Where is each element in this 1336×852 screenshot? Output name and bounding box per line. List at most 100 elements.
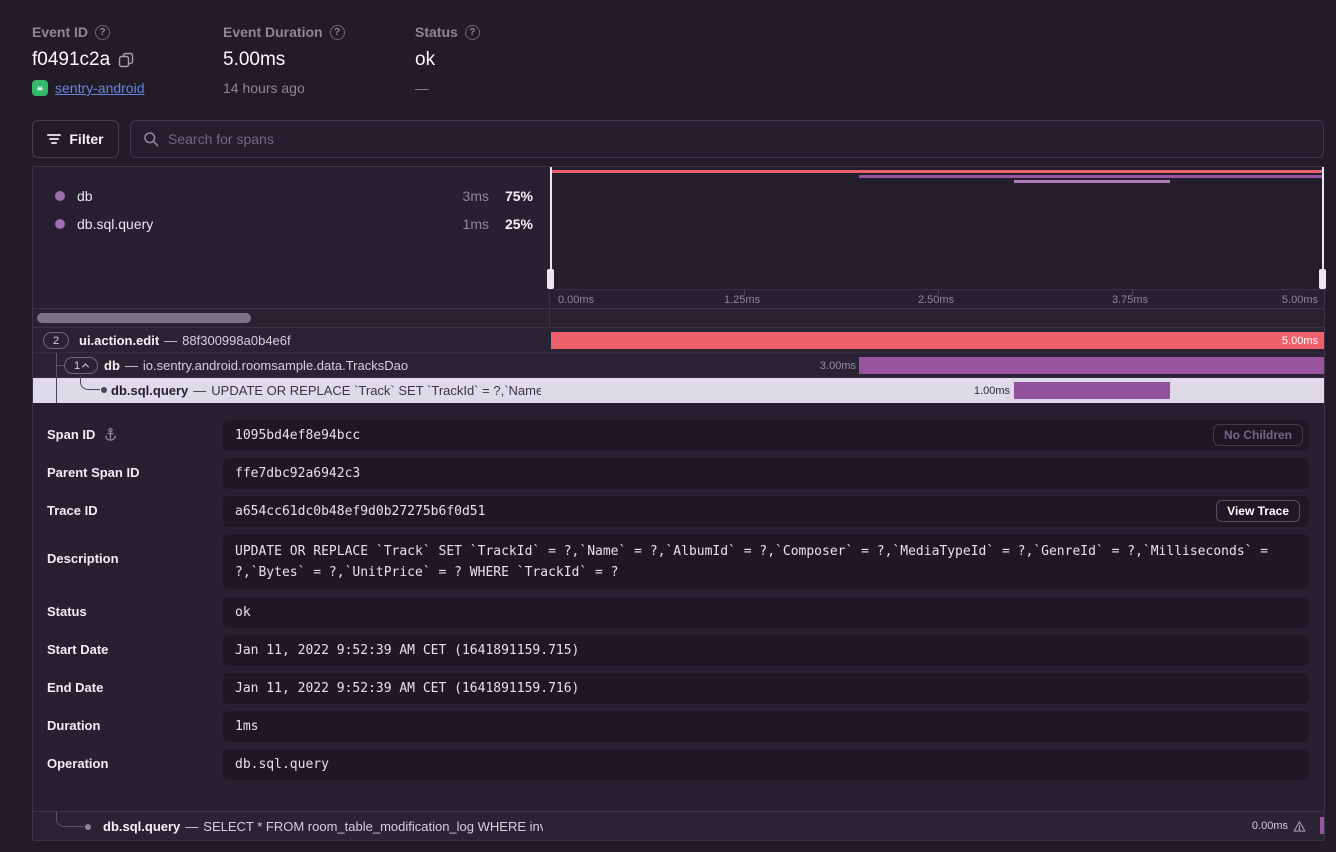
span-collapse-badge[interactable]: 1 — [64, 357, 98, 374]
span-duration: 3.00ms — [820, 353, 856, 378]
parent-span-id-label: Parent Span ID — [47, 465, 139, 480]
ops-breakdown-item: db.sql.query 1ms 25% — [55, 213, 533, 235]
span-op: db — [104, 358, 120, 373]
span-search — [130, 120, 1324, 158]
operation-field-value: db.sql.query — [223, 749, 1309, 780]
span-op: db.sql.query — [111, 383, 188, 398]
children-count: 1 — [74, 360, 80, 372]
span-duration: 5.00ms — [1282, 335, 1318, 347]
status-field-label: Status — [47, 604, 87, 619]
help-icon[interactable]: ? — [330, 25, 345, 40]
op-name: db — [77, 188, 93, 204]
op-percent: 75% — [489, 188, 533, 204]
event-duration-label: Event Duration — [223, 24, 323, 40]
axis-tick: 3.75ms — [1112, 294, 1148, 306]
axis-tick-mark — [1132, 290, 1133, 295]
help-icon[interactable]: ? — [465, 25, 480, 40]
minimap-span-db-sql-query — [1014, 180, 1170, 183]
event-id-value: f0491c2a — [32, 49, 110, 71]
minimap-left-handle[interactable] — [547, 269, 554, 289]
axis-tick: 2.50ms — [918, 294, 954, 306]
span-row-db-sql-query-select[interactable]: db.sql.query — SELECT * FROM room_table_… — [33, 812, 1324, 840]
op-percent: 25% — [489, 216, 533, 232]
help-icon[interactable]: ? — [95, 25, 110, 40]
parent-span-id-value: ffe7dbc92a6942c3 — [223, 458, 1309, 489]
span-description: SELECT * FROM room_table_modification_lo… — [203, 819, 543, 834]
event-id-column: Event ID ? f0491c2a sentry-android — [32, 24, 145, 96]
scroll-strip — [33, 308, 1324, 328]
span-bar — [1014, 382, 1170, 399]
tree-dot — [85, 824, 91, 830]
span-bar — [859, 357, 1324, 374]
trace-panel: db 3ms 75% db.sql.query 1ms 25% 0.00ms 1… — [32, 166, 1325, 841]
view-trace-button[interactable]: View Trace — [1216, 500, 1300, 522]
span-duration: 1.00ms — [974, 378, 1010, 403]
status-column: Status ? ok — — [415, 24, 480, 96]
op-color-dot — [55, 219, 65, 229]
end-date-value: Jan 11, 2022 9:52:39 AM CET (1641891159.… — [223, 673, 1309, 704]
anchor-icon[interactable] — [103, 427, 118, 442]
time-axis: 0.00ms 1.25ms 2.50ms 3.75ms 5.00ms — [550, 289, 1326, 308]
event-id-label: Event ID — [32, 24, 88, 40]
span-description: 88f300998a0b4e6f — [182, 333, 290, 348]
minimap-right-handle[interactable] — [1319, 269, 1326, 289]
tree-line — [56, 365, 64, 366]
trace-event-page: Event ID ? f0491c2a sentry-android Event… — [0, 0, 1336, 852]
span-description: io.sentry.android.roomsample.data.Tracks… — [143, 358, 408, 373]
no-children-badge: No Children — [1213, 424, 1303, 446]
span-row-db-sql-query-selected[interactable]: db.sql.query — UPDATE OR REPLACE `Track`… — [33, 378, 1324, 403]
span-description: UPDATE OR REPLACE `Track` SET `TrackId` … — [211, 383, 541, 398]
span-op: ui.action.edit — [79, 333, 159, 348]
minimap-span-ui-action-edit — [551, 170, 1324, 173]
children-count: 2 — [53, 335, 59, 347]
trace-id-label: Trace ID — [47, 503, 98, 518]
event-id-label-row: Event ID ? — [32, 24, 145, 40]
ops-breakdown-item: db 3ms 75% — [55, 185, 533, 207]
span-bar — [1320, 817, 1324, 834]
duration-field-label: Duration — [47, 718, 100, 733]
filter-button[interactable]: Filter — [32, 120, 119, 158]
span-id-value: 1095bd4ef8e94bcc — [223, 420, 1309, 451]
copy-icon[interactable] — [118, 52, 134, 68]
operation-field-label: Operation — [47, 756, 108, 771]
filter-button-label: Filter — [69, 131, 103, 147]
chevron-up-icon — [82, 363, 89, 370]
tree-elbow — [80, 375, 100, 390]
minimap-span-db — [859, 175, 1324, 178]
trace-minimap[interactable] — [550, 167, 1326, 289]
duration-field-value: 1ms — [223, 711, 1309, 742]
search-icon — [143, 131, 159, 147]
axis-tick: 1.25ms — [724, 294, 760, 306]
span-row-ui-action-edit[interactable]: 2 ui.action.edit — 88f300998a0b4e6f 5.00… — [33, 328, 1324, 353]
span-id-label: Span ID — [47, 427, 95, 442]
status-secondary: — — [415, 80, 429, 96]
op-color-dot — [55, 191, 65, 201]
event-time-ago: 14 hours ago — [223, 80, 305, 96]
description-value: UPDATE OR REPLACE `Track` SET `TrackId` … — [223, 534, 1309, 589]
tree-line — [56, 378, 57, 403]
status-label: Status — [415, 24, 458, 40]
warning-icon — [1293, 820, 1306, 833]
tree-elbow — [56, 812, 84, 827]
axis-tick: 0.00ms — [558, 294, 594, 306]
op-duration: 3ms — [463, 188, 489, 204]
android-project-icon — [32, 80, 48, 96]
event-duration-column: Event Duration ? 5.00ms 14 hours ago — [223, 24, 345, 96]
status-value: ok — [415, 49, 435, 71]
start-date-label: Start Date — [47, 642, 108, 657]
end-date-label: End Date — [47, 680, 103, 695]
separator: — — [125, 358, 138, 373]
axis-tick-mark — [744, 290, 745, 295]
project-link[interactable]: sentry-android — [55, 80, 145, 96]
op-duration: 1ms — [463, 216, 489, 232]
span-bar: 5.00ms — [551, 332, 1324, 349]
separator: — — [164, 333, 177, 348]
tree-dot — [101, 387, 107, 393]
separator: — — [193, 383, 206, 398]
horizontal-scrollbar[interactable] — [37, 313, 251, 323]
search-input[interactable] — [168, 131, 1311, 147]
span-children-badge[interactable]: 2 — [43, 332, 69, 349]
span-row-db[interactable]: 1 db — io.sentry.android.roomsample.data… — [33, 353, 1324, 378]
axis-tick: 5.00ms — [1282, 294, 1318, 306]
start-date-value: Jan 11, 2022 9:52:39 AM CET (1641891159.… — [223, 635, 1309, 666]
